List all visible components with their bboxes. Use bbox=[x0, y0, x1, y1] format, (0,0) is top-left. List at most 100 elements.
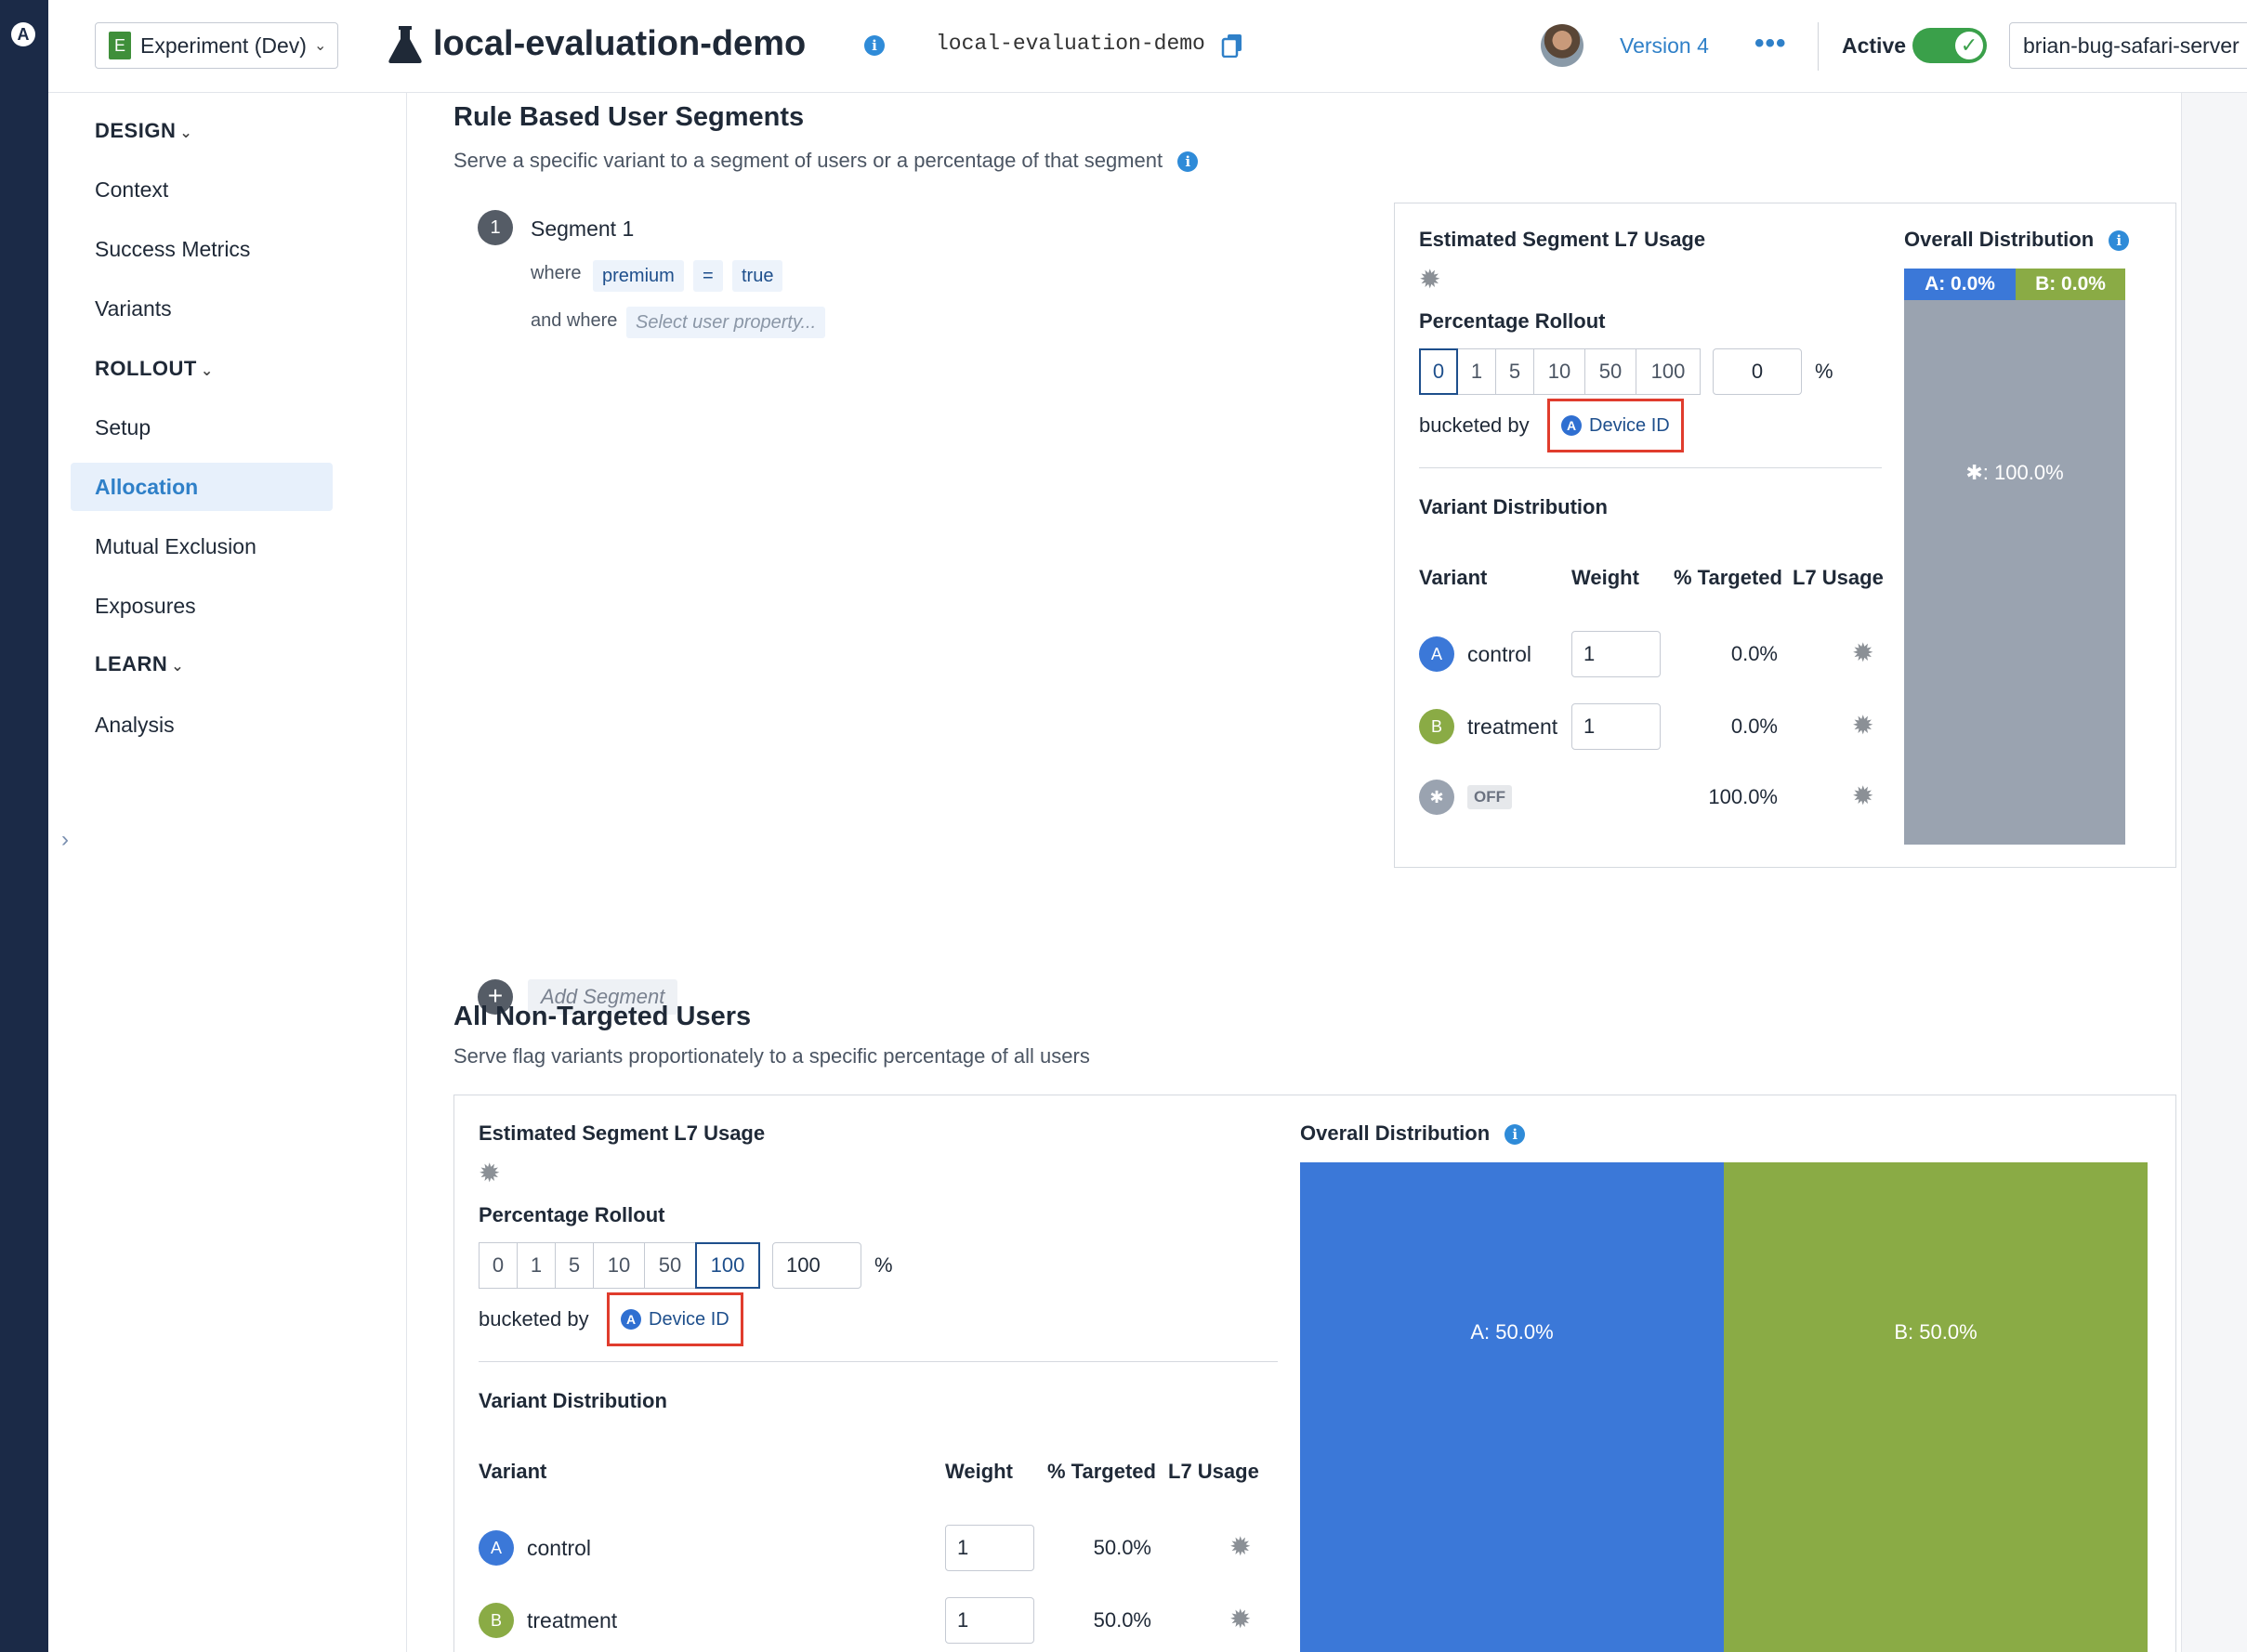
sidebar-item-analysis[interactable]: Analysis bbox=[71, 701, 333, 749]
loading-gear-icon: ✹ bbox=[1852, 711, 1874, 740]
nav-section-learn[interactable]: LEARN ⌄ bbox=[95, 652, 184, 676]
overall-distribution-label: Overall Distribution i bbox=[1300, 1121, 1526, 1146]
estimated-usage-label: Estimated Segment L7 Usage bbox=[1419, 228, 1706, 251]
rollout-button-group: 0 1 5 10 50 100 bbox=[479, 1242, 760, 1289]
divider bbox=[1818, 22, 1819, 71]
value-chip[interactable]: true bbox=[732, 260, 783, 292]
dist-header-a: A: 0.0% bbox=[1904, 269, 2016, 300]
weight-input[interactable]: 1 bbox=[945, 1597, 1034, 1644]
column-usage: L7 Usage bbox=[1793, 566, 1884, 589]
variant-b-badge: B bbox=[1419, 709, 1454, 744]
divider bbox=[1419, 467, 1882, 468]
environment-label: Experiment (Dev) bbox=[140, 33, 307, 58]
nav-section-design[interactable]: DESIGN ⌄ bbox=[95, 119, 192, 143]
segment-name[interactable]: Segment 1 bbox=[531, 216, 634, 242]
app-rail: A bbox=[0, 0, 48, 1652]
loading-gear-icon: ✹ bbox=[1419, 265, 1441, 294]
amplitude-logo-icon[interactable]: A bbox=[11, 22, 35, 46]
chevron-down-icon: ⌄ bbox=[171, 659, 185, 675]
rollout-option-0[interactable]: 0 bbox=[1419, 348, 1458, 395]
select-user-property[interactable]: Select user property... bbox=[626, 307, 826, 338]
percent-sign: % bbox=[874, 1253, 893, 1277]
version-link[interactable]: Version 4 bbox=[1620, 33, 1709, 59]
bucket-by-value: Device ID bbox=[1589, 414, 1670, 436]
rollout-option-5[interactable]: 5 bbox=[555, 1242, 594, 1289]
sidebar-item-context[interactable]: Context bbox=[71, 165, 333, 214]
weight-input[interactable]: 1 bbox=[945, 1525, 1034, 1571]
percentage-rollout-label: Percentage Rollout bbox=[479, 1203, 665, 1226]
environment-badge: E bbox=[109, 32, 131, 59]
rollout-option-100[interactable]: 100 bbox=[695, 1242, 760, 1289]
sidebar-item-setup[interactable]: Setup bbox=[71, 403, 333, 452]
loading-gear-icon: ✹ bbox=[1229, 1532, 1252, 1561]
rollout-option-5[interactable]: 5 bbox=[1495, 348, 1534, 395]
variant-name: control bbox=[527, 1536, 592, 1560]
rule-segments-description: Serve a specific variant to a segment of… bbox=[453, 149, 1199, 173]
rollout-option-50[interactable]: 50 bbox=[1584, 348, 1636, 395]
loading-gear-icon: ✹ bbox=[1852, 781, 1874, 810]
non-targeted-title: All Non-Targeted Users bbox=[453, 1002, 752, 1031]
variant-a-badge: A bbox=[479, 1530, 514, 1566]
column-targeted: % Targeted bbox=[1047, 1460, 1156, 1483]
sidebar-item-variants[interactable]: Variants bbox=[71, 284, 333, 333]
weight-input[interactable]: 1 bbox=[1571, 703, 1661, 750]
sidebar-item-allocation[interactable]: Allocation bbox=[71, 463, 333, 511]
expand-chevron-icon[interactable]: › bbox=[61, 827, 69, 853]
info-icon[interactable]: i bbox=[1505, 1124, 1526, 1146]
variant-name: treatment bbox=[1467, 715, 1558, 739]
top-bar: E Experiment (Dev) ⌄ local-evaluation-de… bbox=[48, 0, 2247, 93]
info-icon[interactable]: i bbox=[2109, 230, 2130, 252]
flask-icon bbox=[388, 26, 422, 63]
variant-a-badge: A bbox=[1419, 636, 1454, 672]
bucketed-by-label: bucketed by bbox=[1419, 413, 1530, 437]
property-chip[interactable]: premium bbox=[593, 260, 684, 292]
sidebar-item-exposures[interactable]: Exposures bbox=[71, 582, 333, 630]
nav-section-rollout[interactable]: ROLLOUT ⌄ bbox=[95, 357, 214, 381]
targeted-percent: 50.0% bbox=[1093, 1608, 1151, 1632]
dist-bar-a: A: 50.0% bbox=[1300, 1162, 1724, 1652]
info-icon[interactable]: i bbox=[864, 35, 885, 56]
variant-off-badge: ✱ bbox=[1419, 780, 1454, 815]
rollout-option-50[interactable]: 50 bbox=[644, 1242, 696, 1289]
divider bbox=[479, 1361, 1278, 1362]
variant-name: treatment bbox=[527, 1608, 618, 1632]
variant-distribution-label: Variant Distribution bbox=[1419, 495, 1608, 518]
bucket-by-value: Device ID bbox=[649, 1308, 729, 1330]
rollout-option-100[interactable]: 100 bbox=[1636, 348, 1701, 395]
weight-input[interactable]: 1 bbox=[1571, 631, 1661, 677]
rollout-option-1[interactable]: 1 bbox=[1457, 348, 1496, 395]
active-toggle[interactable]: ✓ bbox=[1912, 28, 1987, 63]
percent-sign: % bbox=[1815, 360, 1833, 383]
main-content: Rule Based User Segments Serve a specifi… bbox=[407, 93, 2247, 1652]
column-targeted: % Targeted bbox=[1674, 566, 1782, 589]
rollout-option-10[interactable]: 10 bbox=[1533, 348, 1585, 395]
dist-header-b: B: 0.0% bbox=[2016, 269, 2125, 300]
rollout-percent-input[interactable]: 100 bbox=[772, 1242, 861, 1289]
variant-b-badge: B bbox=[479, 1603, 514, 1638]
avatar[interactable] bbox=[1541, 24, 1583, 67]
column-usage: L7 Usage bbox=[1168, 1460, 1259, 1483]
targeted-percent: 100.0% bbox=[1708, 785, 1778, 808]
off-tag: OFF bbox=[1467, 785, 1512, 809]
column-variant: Variant bbox=[479, 1460, 547, 1483]
info-icon[interactable]: i bbox=[1177, 151, 1199, 173]
operator-chip[interactable]: = bbox=[693, 260, 723, 292]
rollout-option-10[interactable]: 10 bbox=[593, 1242, 645, 1289]
sidebar-item-success-metrics[interactable]: Success Metrics bbox=[71, 225, 333, 273]
bucket-by-selector[interactable]: A Device ID bbox=[607, 1292, 743, 1346]
rollout-percent-input[interactable]: 0 bbox=[1713, 348, 1802, 395]
deployment-select[interactable]: brian-bug-safari-server ⌄ bbox=[2009, 22, 2247, 69]
column-variant: Variant bbox=[1419, 566, 1488, 589]
overall-distribution-label: Overall Distribution i bbox=[1904, 228, 2130, 252]
rollout-option-1[interactable]: 1 bbox=[517, 1242, 556, 1289]
copy-icon[interactable] bbox=[1221, 33, 1243, 58]
rollout-option-0[interactable]: 0 bbox=[479, 1242, 518, 1289]
more-options-icon[interactable]: ••• bbox=[1754, 28, 1787, 59]
targeted-percent: 0.0% bbox=[1730, 715, 1778, 738]
sidebar-item-mutual-exclusion[interactable]: Mutual Exclusion bbox=[71, 522, 333, 570]
non-targeted-allocation-panel: Estimated Segment L7 Usage ✹ Percentage … bbox=[453, 1095, 2176, 1652]
sidebar: DESIGN ⌄ Context Success Metrics Variants… bbox=[48, 93, 407, 1652]
environment-select[interactable]: E Experiment (Dev) ⌄ bbox=[95, 22, 338, 69]
where-label: where bbox=[531, 263, 582, 283]
bucket-by-selector[interactable]: A Device ID bbox=[1547, 399, 1684, 452]
